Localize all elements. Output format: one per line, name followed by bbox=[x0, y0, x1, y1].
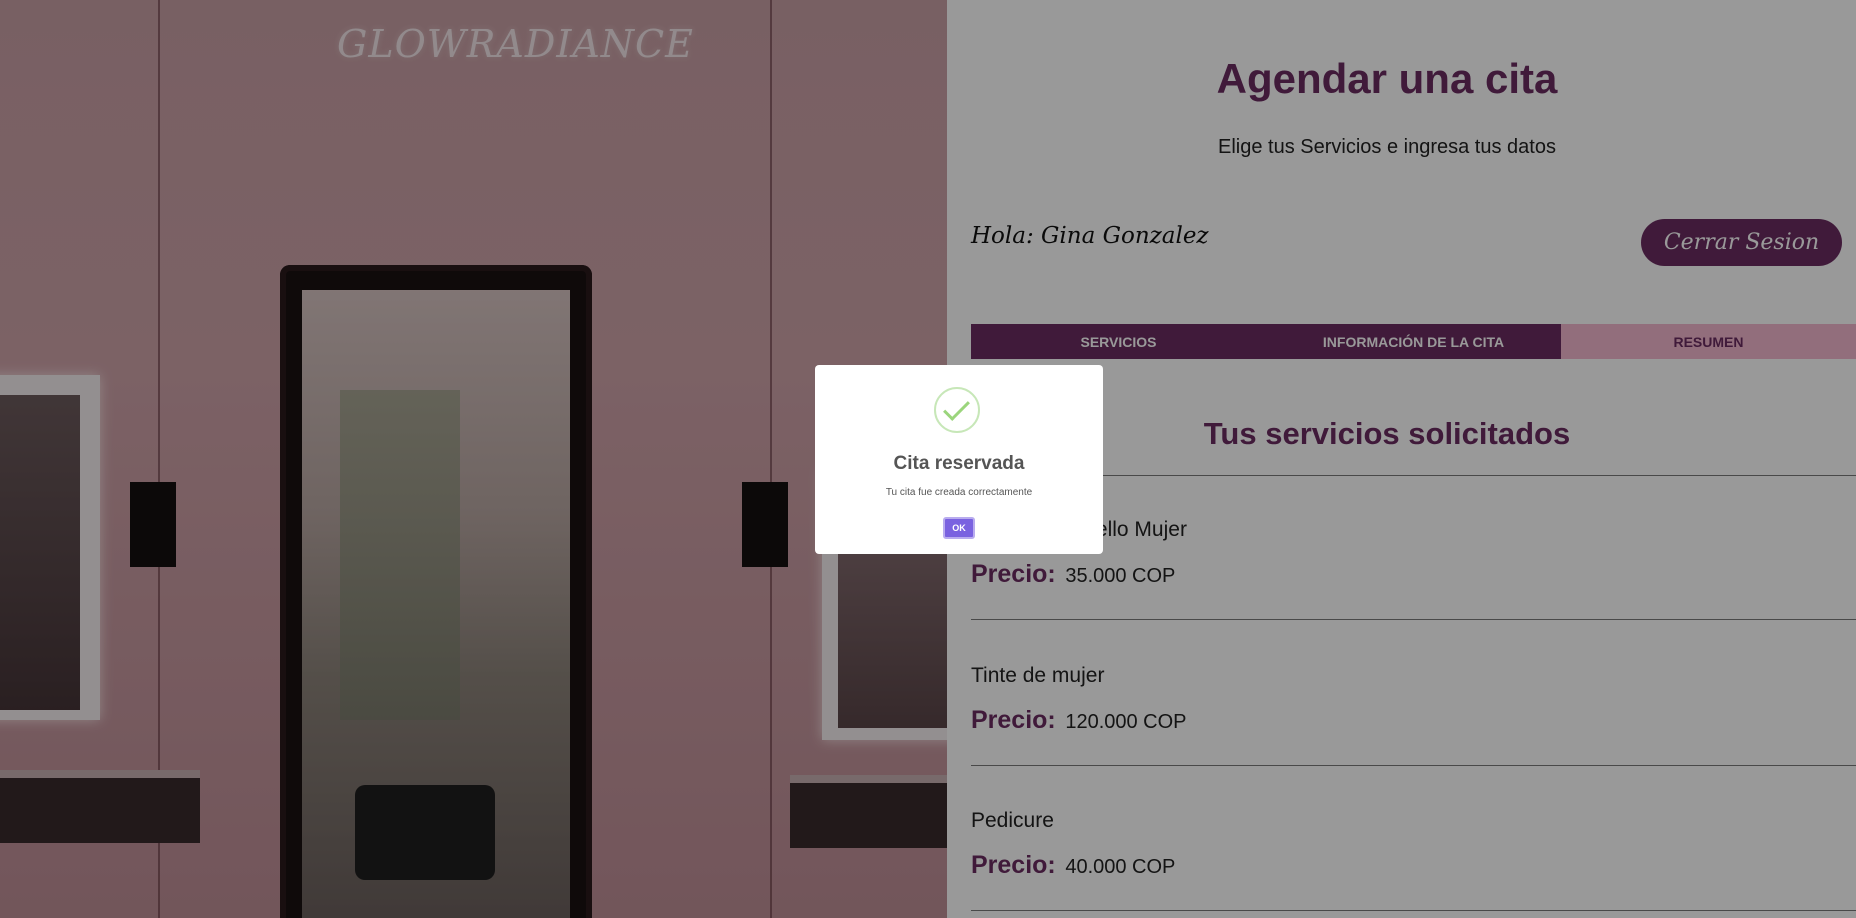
confirmation-dialog: Cita reservada Tu cita fue creada correc… bbox=[815, 365, 1103, 554]
dialog-message: Tu cita fue creada correctamente bbox=[885, 487, 1033, 498]
dialog-title: Cita reservada bbox=[893, 453, 1025, 474]
page: GLOWRADIANCE Agendar una cita Elige tus … bbox=[0, 0, 1856, 918]
ok-button[interactable]: OK bbox=[943, 517, 975, 539]
success-check-icon bbox=[934, 387, 980, 433]
